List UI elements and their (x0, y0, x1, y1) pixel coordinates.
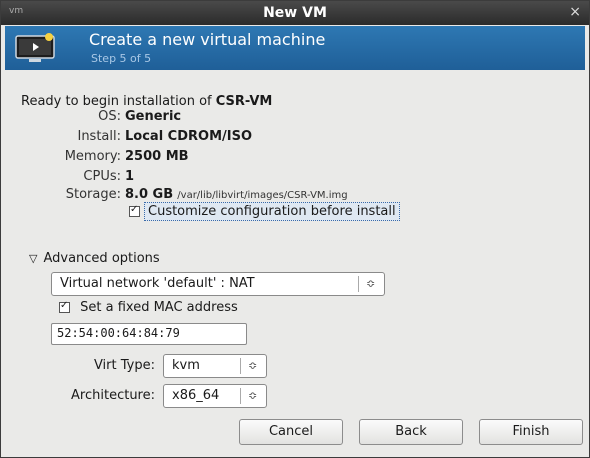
header-banner: Create a new virtual machine Step 5 of 5 (5, 26, 585, 70)
memory-label: Memory: (64, 149, 121, 164)
cancel-button[interactable]: Cancel (239, 419, 343, 445)
network-select-separator (358, 276, 359, 292)
advanced-options-label[interactable]: Advanced options (43, 251, 159, 266)
ready-text: Ready to begin installation of CSR-VM (21, 94, 272, 109)
fixed-mac-label[interactable]: Set a fixed MAC address (80, 300, 238, 315)
virt-type-select[interactable]: kvm ≎ (163, 354, 267, 378)
cpus-value: 1 (125, 169, 135, 184)
virt-type-value: kvm (172, 358, 200, 373)
memory-value: 2500 MB (125, 149, 189, 164)
step-indicator: Step 5 of 5 (91, 52, 152, 65)
storage-value-cell: 8.0 GB /var/lib/libvirt/images/CSR-VM.im… (125, 187, 348, 202)
mac-address-input[interactable]: 52:54:00:64:84:79 (51, 323, 247, 345)
architecture-separator (240, 388, 241, 404)
ready-prefix: Ready to begin installation of (21, 94, 216, 109)
new-vm-dialog: vm New VM × Create a new virtual machine… (0, 0, 590, 458)
os-value: Generic (125, 109, 182, 124)
updown-arrow-icon[interactable]: ≎ (366, 275, 375, 293)
network-select[interactable]: Virtual network 'default' : NAT ≎ (51, 272, 385, 296)
fixed-mac-checkbox[interactable] (59, 300, 70, 313)
storage-label: Storage: (65, 187, 121, 202)
architecture-label: Architecture: (71, 388, 155, 403)
cpus-label: CPUs: (83, 169, 121, 184)
install-label: Install: (77, 129, 121, 144)
banner-headline: Create a new virtual machine (89, 30, 326, 49)
customize-label[interactable]: Customize configuration before install (144, 202, 400, 221)
close-icon[interactable]: × (569, 4, 581, 20)
storage-path: /var/lib/libvirt/images/CSR-VM.img (177, 190, 348, 201)
virt-type-label: Virt Type: (93, 358, 155, 373)
architecture-value: x86_64 (172, 388, 220, 403)
monitor-icon (15, 33, 55, 62)
fixed-mac-option[interactable]: Set a fixed MAC address (59, 300, 238, 315)
vm-name: CSR-VM (215, 94, 273, 109)
updown-arrow-icon[interactable]: ≎ (248, 387, 257, 405)
customize-option[interactable]: Customize configuration before install (129, 202, 400, 221)
architecture-select[interactable]: x86_64 ≎ (163, 384, 267, 408)
back-button[interactable]: Back (359, 419, 463, 445)
os-label: OS: (98, 109, 121, 124)
virt-type-separator (240, 358, 241, 374)
customize-checkbox[interactable] (129, 204, 140, 217)
titlebar: vm New VM × (1, 1, 589, 25)
finish-button[interactable]: Finish (479, 419, 583, 445)
updown-arrow-icon[interactable]: ≎ (248, 357, 257, 375)
advanced-options-expander[interactable]: ▽ Advanced options (29, 251, 160, 266)
storage-size: 8.0 GB (125, 187, 174, 202)
window-title: New VM (263, 5, 327, 21)
network-select-value: Virtual network 'default' : NAT (60, 276, 255, 291)
expander-triangle-icon[interactable]: ▽ (29, 252, 37, 265)
install-value: Local CDROM/ISO (125, 129, 253, 144)
